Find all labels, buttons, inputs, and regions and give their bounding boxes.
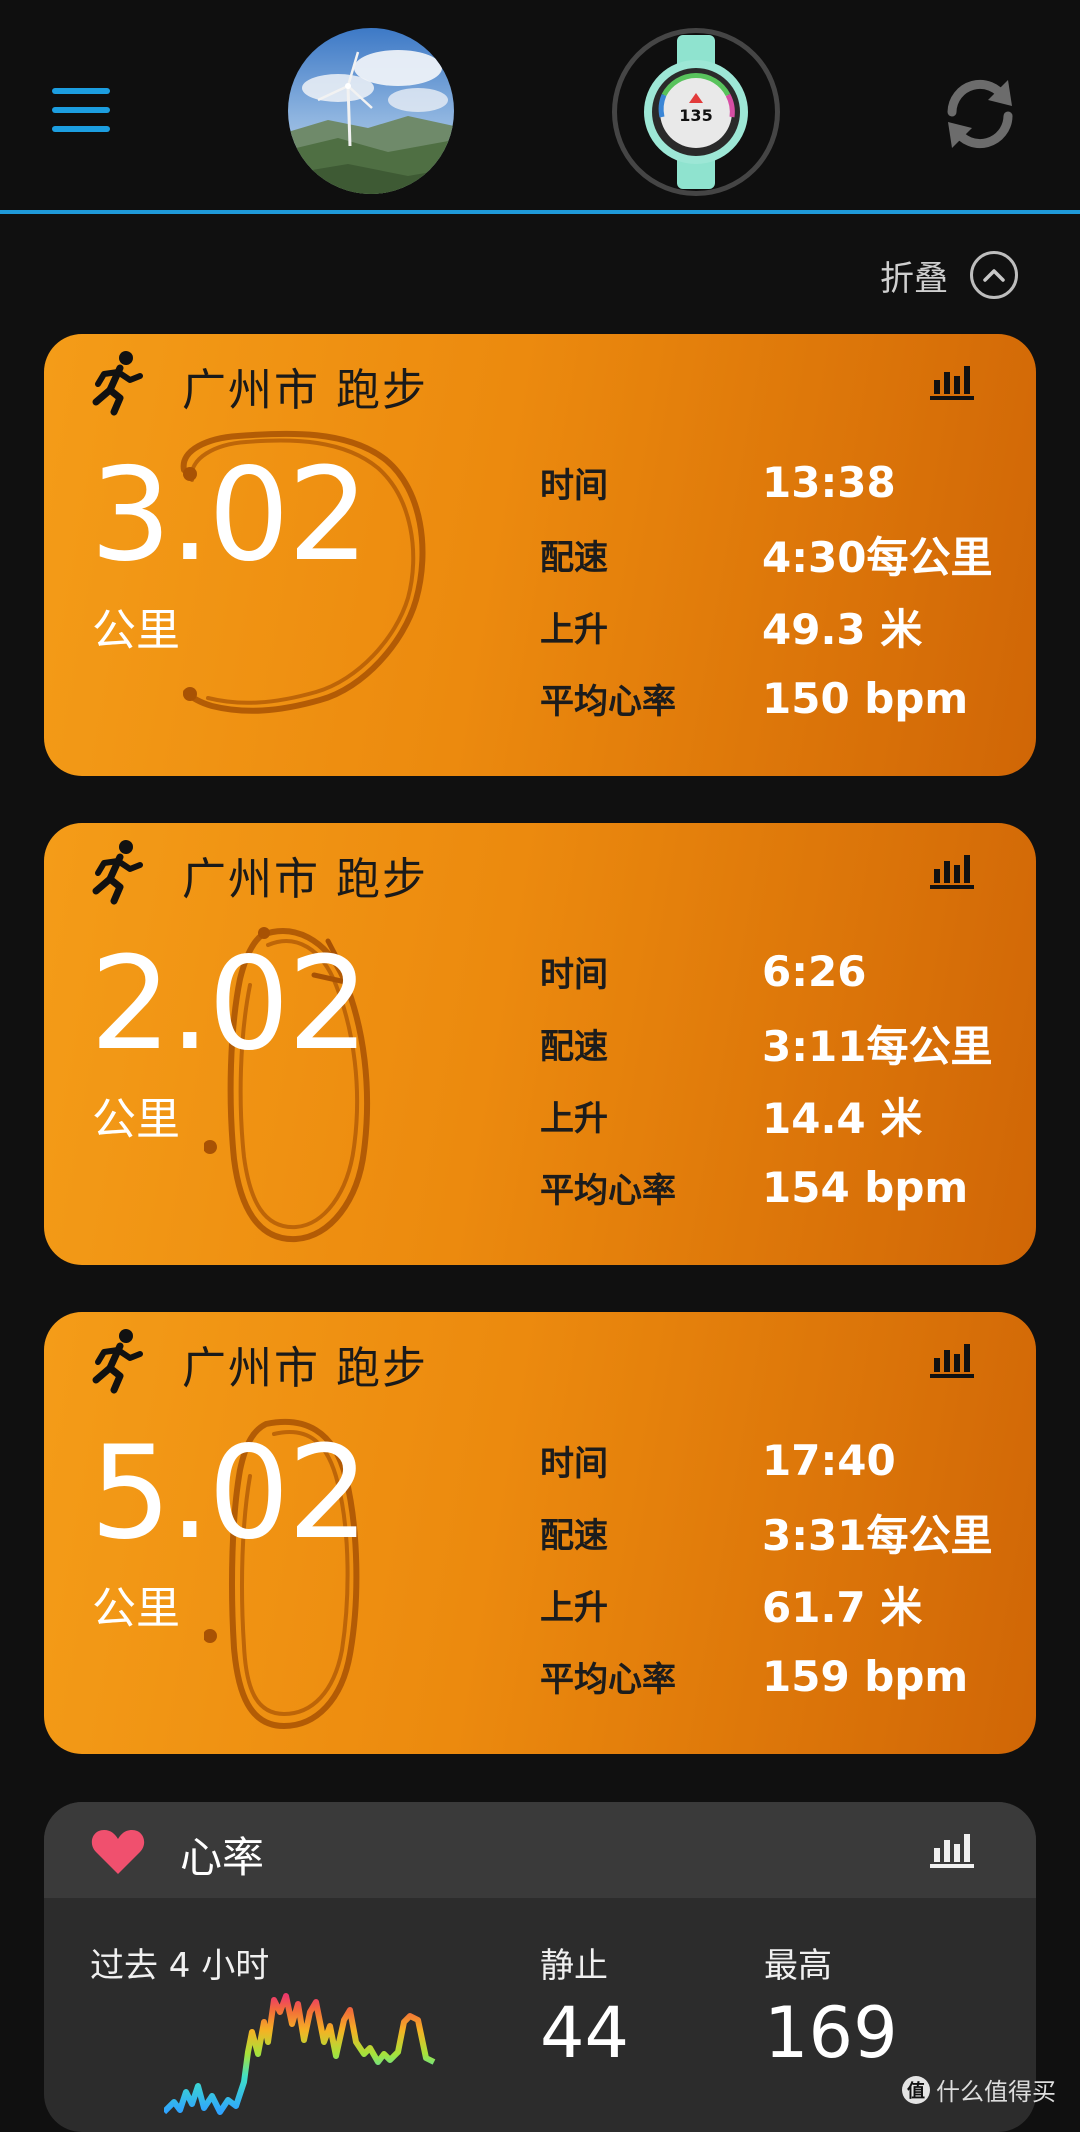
running-icon <box>92 840 143 905</box>
metric-value: 17:40 <box>762 1435 896 1485</box>
bar-chart-icon[interactable] <box>928 851 976 891</box>
max-hr-value: 169 <box>764 1992 898 2074</box>
metric-label: 平均心率 <box>540 681 676 722</box>
heart-rate-period: 过去 4 小时 <box>90 1946 270 1986</box>
hamburger-icon[interactable] <box>52 88 112 132</box>
max-hr-label: 最高 <box>764 1946 832 1986</box>
heart-rate-sparkline <box>164 1993 436 2115</box>
heart-rate-header: 心率 <box>44 1802 1036 1898</box>
metric-ascent: 上升 14.4 米 <box>540 1085 922 1145</box>
metric-pace: 配速 3:31每公里 <box>540 1502 992 1562</box>
distance-unit: 公里 <box>92 605 180 656</box>
metric-label: 平均心率 <box>540 1170 676 1211</box>
metric-label: 配速 <box>540 1515 608 1556</box>
profile-avatar[interactable] <box>288 28 454 194</box>
bar-chart-icon[interactable] <box>928 362 976 402</box>
activity-title: 广州市 跑步 <box>182 365 428 416</box>
metric-value: 3:11每公里 <box>762 1021 993 1071</box>
watermark: 值 什么值得买 <box>902 2072 1056 2107</box>
running-icon <box>92 351 143 416</box>
watermark-logo: 值 <box>902 2075 930 2104</box>
activity-title: 广州市 跑步 <box>182 1343 428 1394</box>
metric-value: 49.3 米 <box>762 604 923 654</box>
resting-hr-label: 静止 <box>540 1946 608 1986</box>
metric-value: 4:30每公里 <box>762 532 993 582</box>
distance-value: 2.02 <box>90 930 369 1079</box>
watermark-text: 什么值得买 <box>936 2078 1056 2106</box>
heart-rate-card[interactable]: 心率 过去 4 小时 静止 44 最高 169 <box>44 1802 1036 2132</box>
activity-card[interactable]: 广州市 跑步 3.02 公里 时间 13:38 配速 4:30每公里 上升 49… <box>44 334 1036 776</box>
heart-icon <box>91 1830 145 1874</box>
distance-unit: 公里 <box>92 1583 180 1634</box>
distance-unit: 公里 <box>92 1094 180 1145</box>
metric-label: 时间 <box>540 465 608 506</box>
collapse-control[interactable]: 折叠 <box>880 248 1018 302</box>
metric-value: 159 bpm <box>762 1651 969 1701</box>
metric-label: 配速 <box>540 1026 608 1067</box>
metric-ascent: 上升 49.3 米 <box>540 596 922 656</box>
metric-label: 上升 <box>540 609 608 650</box>
metric-value: 6:26 <box>762 946 867 996</box>
collapse-label[interactable]: 折叠 <box>880 251 948 300</box>
metric-value: 150 bpm <box>762 673 969 723</box>
activity-title: 广州市 跑步 <box>182 854 428 905</box>
bar-chart-icon[interactable] <box>928 1830 976 1870</box>
metric-label: 时间 <box>540 1443 608 1484</box>
metric-avg-hr: 平均心率 159 bpm <box>540 1646 968 1706</box>
metric-value: 154 bpm <box>762 1162 969 1212</box>
chevron-up-icon[interactable] <box>970 251 1018 299</box>
running-icon <box>92 1329 143 1394</box>
metric-value: 13:38 <box>762 457 896 507</box>
metric-avg-hr: 平均心率 154 bpm <box>540 1157 968 1217</box>
resting-hr-value: 44 <box>540 1992 630 2074</box>
bar-chart-icon[interactable] <box>928 1340 976 1380</box>
distance-value: 3.02 <box>90 441 369 590</box>
header-divider <box>0 210 1080 214</box>
metric-label: 时间 <box>540 954 608 995</box>
metric-time: 时间 17:40 <box>540 1430 896 1490</box>
metric-label: 配速 <box>540 537 608 578</box>
metric-value: 14.4 米 <box>762 1093 923 1143</box>
device-watch[interactable]: 135 <box>612 28 780 196</box>
metric-time: 时间 13:38 <box>540 452 896 512</box>
app-header: 135 <box>0 0 1080 212</box>
metric-time: 时间 6:26 <box>540 941 866 1001</box>
distance-value: 5.02 <box>90 1419 369 1568</box>
svg-text:135: 135 <box>679 106 712 125</box>
metric-ascent: 上升 61.7 米 <box>540 1574 922 1634</box>
metric-label: 上升 <box>540 1098 608 1139</box>
metric-pace: 配速 3:11每公里 <box>540 1013 992 1073</box>
metric-value: 61.7 米 <box>762 1582 923 1632</box>
sync-icon[interactable] <box>938 72 1022 156</box>
activity-card[interactable]: 广州市 跑步 2.02 公里 时间 6:26 配速 3:11每公里 上升 14.… <box>44 823 1036 1265</box>
heart-rate-title: 心率 <box>180 1833 265 1882</box>
activity-card[interactable]: 广州市 跑步 5.02 公里 时间 17:40 配速 3:31每公里 上升 61… <box>44 1312 1036 1754</box>
metric-avg-hr: 平均心率 150 bpm <box>540 668 968 728</box>
metric-label: 上升 <box>540 1587 608 1628</box>
metric-pace: 配速 4:30每公里 <box>540 524 992 584</box>
metric-label: 平均心率 <box>540 1659 676 1700</box>
metric-value: 3:31每公里 <box>762 1510 993 1560</box>
